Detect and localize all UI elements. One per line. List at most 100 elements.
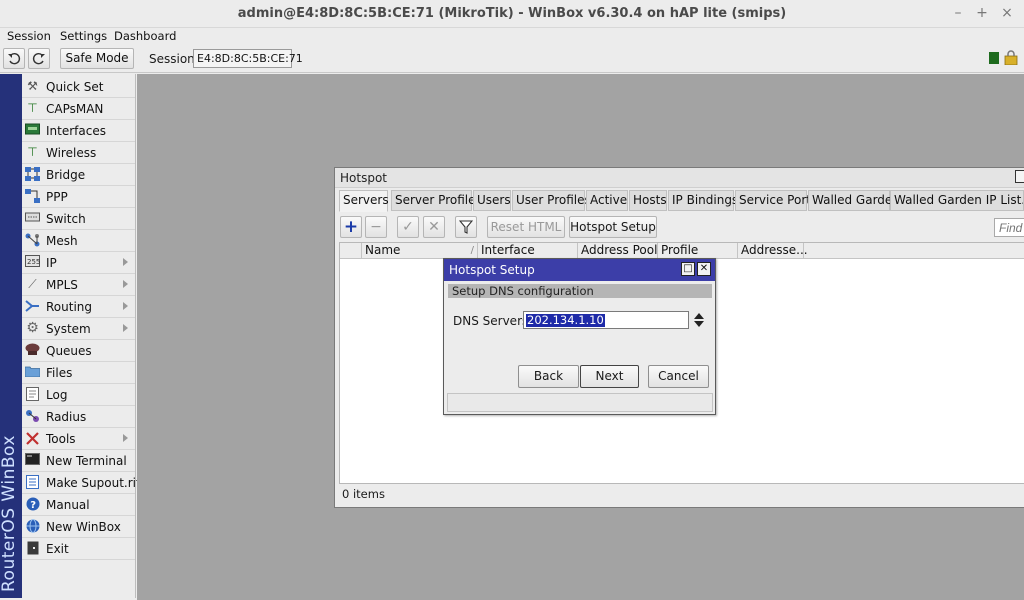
sidebar-item-wireless[interactable]: ⊤ Wireless — [22, 142, 135, 164]
sidebar-item-bridge[interactable]: Bridge — [22, 164, 135, 186]
tab-hosts[interactable]: Hosts — [629, 190, 667, 211]
sidebar-item-mesh[interactable]: Mesh — [22, 230, 135, 252]
sidebar-item-label: Manual — [46, 498, 90, 512]
dialog-close-button[interactable]: ✕ — [697, 262, 711, 276]
queues-icon — [25, 343, 40, 358]
sidebar-item-tools[interactable]: Tools — [22, 428, 135, 450]
find-input[interactable] — [994, 218, 1024, 237]
sidebar-item-radius[interactable]: Radius — [22, 406, 135, 428]
menu-dashboard[interactable]: Dashboard — [114, 29, 176, 43]
sidebar-item-mpls[interactable]: ⟋ MPLS — [22, 274, 135, 296]
sidebar-item-quick-set[interactable]: ⚒ Quick Set — [22, 76, 135, 98]
sidebar-item-label: Files — [46, 366, 73, 380]
log-icon — [25, 387, 40, 402]
submenu-arrow-icon — [123, 434, 128, 442]
column-header-flags[interactable] — [340, 243, 362, 259]
item-count: 0 items — [342, 487, 385, 501]
routing-icon — [25, 299, 40, 314]
sidebar-item-label: Bridge — [46, 168, 86, 182]
sidebar-item-ppp[interactable]: PPP — [22, 186, 135, 208]
undo-button[interactable] — [3, 48, 25, 69]
window-maximize-button[interactable] — [1015, 170, 1024, 183]
column-header-addresses[interactable]: Addresse... — [738, 243, 808, 259]
hotspot-window-titlebar[interactable]: Hotspot — [335, 168, 1024, 188]
sidebar-item-make-supout[interactable]: Make Supout.rif — [22, 472, 140, 494]
sidebar-item-label: New WinBox — [46, 520, 121, 534]
minimize-button[interactable]: – — [949, 4, 967, 22]
document-icon — [25, 475, 40, 490]
sidebar-item-label: Log — [46, 388, 68, 402]
sidebar-item-log[interactable]: Log — [22, 384, 135, 406]
window-titlebar: admin@E4:8D:8C:5B:CE:71 (MikroTik) - Win… — [0, 0, 1024, 28]
ip-icon: 255 — [25, 255, 40, 270]
tab-servers[interactable]: Servers — [339, 190, 389, 212]
window-title: admin@E4:8D:8C:5B:CE:71 (MikroTik) - Win… — [237, 6, 787, 21]
terminal-icon — [25, 453, 40, 468]
hotspot-setup-button[interactable]: Hotspot Setup — [569, 216, 657, 238]
maximize-button[interactable]: + — [973, 4, 991, 22]
sidebar-item-ip[interactable]: 255 IP — [22, 252, 135, 274]
sidebar-item-system[interactable]: ⚙ System — [22, 318, 135, 340]
sidebar-item-routing[interactable]: Routing — [22, 296, 135, 318]
dialog-titlebar[interactable]: Hotspot Setup □ ✕ — [444, 259, 715, 281]
sidebar-item-label: Switch — [46, 212, 86, 226]
sidebar-item-new-terminal[interactable]: New Terminal — [22, 450, 135, 472]
tab-ip-bindings[interactable]: IP Bindings — [668, 190, 738, 211]
reset-html-button[interactable]: Reset HTML — [487, 216, 565, 238]
tab-walled-garden-ip-list[interactable]: Walled Garden IP List... — [890, 190, 1024, 211]
help-icon: ? — [25, 497, 40, 512]
wand-icon: ⚒ — [27, 79, 38, 93]
enable-button[interactable]: ✓ — [397, 216, 419, 238]
column-header-profile[interactable]: Profile — [658, 243, 738, 259]
submenu-arrow-icon — [123, 324, 128, 332]
svg-text:?: ? — [30, 500, 36, 511]
filter-button[interactable] — [455, 216, 477, 238]
sidebar-item-files[interactable]: Files — [22, 362, 135, 384]
menu-settings[interactable]: Settings — [60, 29, 107, 43]
submenu-arrow-icon — [123, 280, 128, 288]
radius-icon — [25, 409, 40, 424]
mesh-icon — [25, 233, 40, 248]
disable-button[interactable]: ✕ — [423, 216, 445, 238]
remove-button[interactable]: − — [365, 216, 387, 238]
sidebar-item-label: Make Supout.rif — [46, 476, 141, 490]
cancel-button[interactable]: Cancel — [648, 365, 709, 388]
column-header-address-pool[interactable]: Address Pool — [578, 243, 658, 259]
add-button[interactable]: + — [340, 216, 362, 238]
sidebar: ⚒ Quick Set ⊤ CAPsMAN Interfaces ⊤ Wirel… — [22, 74, 140, 598]
sidebar-item-switch[interactable]: Switch — [22, 208, 135, 230]
safe-mode-button[interactable]: Safe Mode — [60, 48, 134, 69]
next-button[interactable]: Next — [580, 365, 639, 388]
close-window-button[interactable]: × — [998, 4, 1016, 22]
wireless-icon: ⊤ — [27, 145, 38, 159]
tab-active[interactable]: Active — [586, 190, 628, 211]
dns-spinner-icon[interactable] — [694, 312, 704, 328]
menu-session[interactable]: Session — [7, 29, 51, 43]
sidebar-item-capsman[interactable]: ⊤ CAPsMAN — [22, 98, 135, 120]
sidebar-item-queues[interactable]: Queues — [22, 340, 135, 362]
sidebar-item-new-winbox[interactable]: New WinBox — [22, 516, 135, 538]
column-header-interface[interactable]: Interface — [478, 243, 578, 259]
mpls-icon: ⟋ — [28, 277, 37, 291]
tab-service-ports[interactable]: Service Ports — [735, 190, 817, 211]
sort-indicator-icon: / — [470, 245, 474, 256]
tab-walled-garden[interactable]: Walled Garden — [808, 190, 900, 211]
bridge-icon — [25, 167, 40, 182]
tab-user-profiles[interactable]: User Profiles — [512, 190, 591, 211]
tab-users[interactable]: Users — [473, 190, 511, 211]
hotspot-window-title: Hotspot — [340, 171, 387, 185]
dialog-restore-button[interactable]: □ — [681, 262, 695, 276]
status-indicator — [989, 52, 999, 64]
dns-servers-input[interactable]: 202.134.1.10 — [523, 311, 689, 329]
tab-server-profiles[interactable]: Server Profiles — [391, 190, 482, 211]
column-header-name[interactable]: Name / — [362, 243, 478, 259]
dns-servers-label: DNS Servers — [453, 314, 529, 328]
sidebar-item-label: Mesh — [46, 234, 78, 248]
lock-icon — [1004, 50, 1018, 65]
sidebar-item-manual[interactable]: ? Manual — [22, 494, 135, 516]
redo-button[interactable] — [28, 48, 50, 69]
sidebar-item-exit[interactable]: Exit — [22, 538, 135, 560]
back-button[interactable]: Back — [518, 365, 579, 388]
exit-icon — [25, 541, 40, 556]
sidebar-item-interfaces[interactable]: Interfaces — [22, 120, 135, 142]
